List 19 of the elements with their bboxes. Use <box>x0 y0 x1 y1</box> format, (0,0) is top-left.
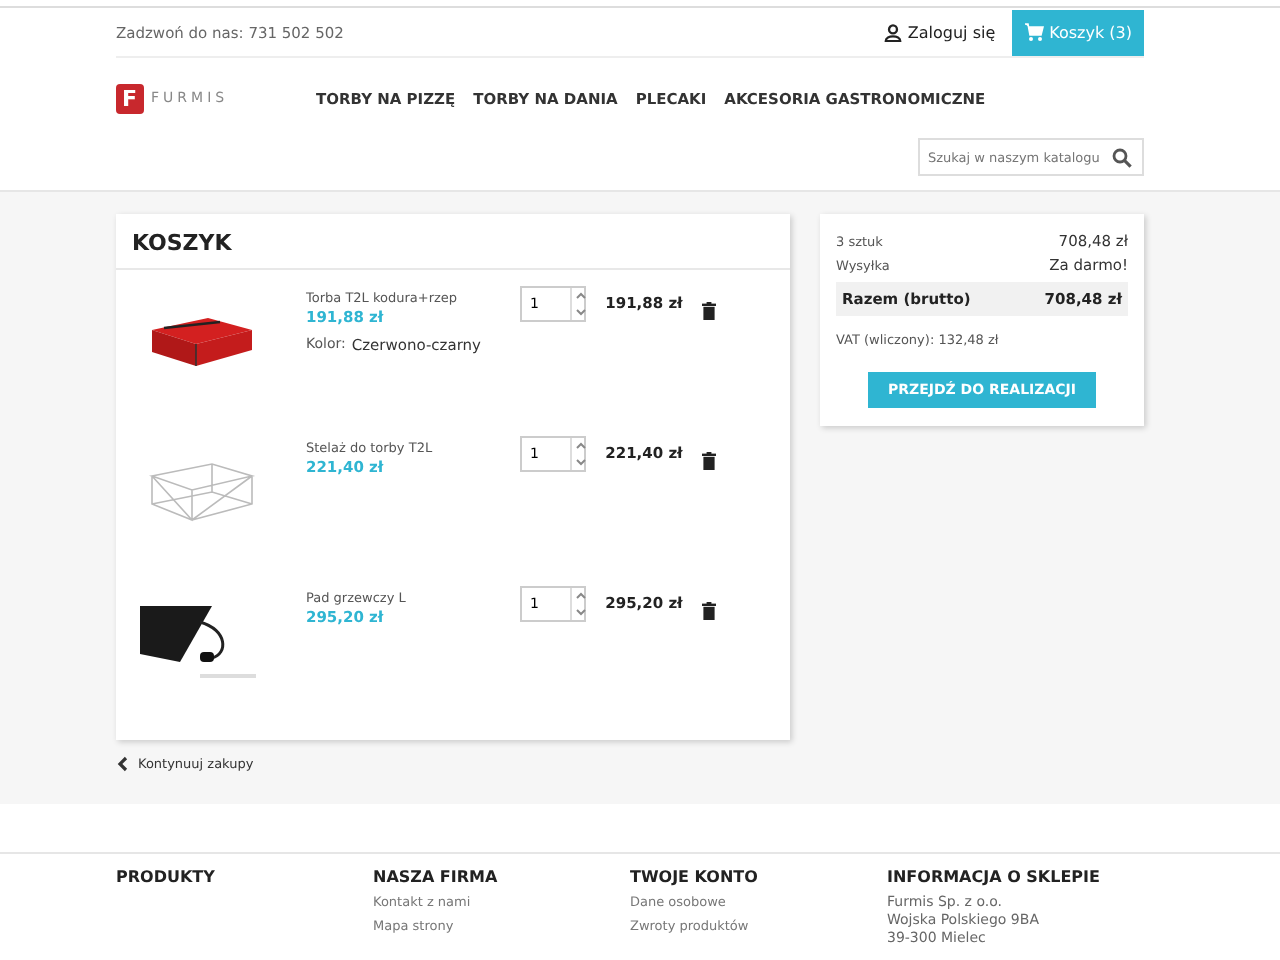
decrease-icon[interactable] <box>572 604 590 620</box>
footer-heading: INFORMACJA O SKLEPIE <box>887 868 1102 888</box>
cart-title: KOSZYK <box>116 214 790 270</box>
decrease-icon[interactable] <box>572 454 590 470</box>
login-link[interactable]: Zaloguj się <box>883 23 996 41</box>
footer-heading: TWOJE KONTO <box>630 868 760 888</box>
chevron-left-icon <box>116 756 128 772</box>
increase-icon[interactable] <box>572 438 590 454</box>
trash-icon[interactable] <box>702 602 716 620</box>
search-icon[interactable] <box>1112 147 1132 167</box>
increase-icon[interactable] <box>572 588 590 604</box>
increase-icon[interactable] <box>572 288 590 304</box>
trash-icon[interactable] <box>702 302 716 320</box>
cart-icon <box>1023 22 1044 42</box>
trash-icon[interactable] <box>702 452 716 470</box>
footer-heading: PRODUKTY <box>116 868 217 888</box>
footer-heading: NASZA FIRMA <box>373 868 500 888</box>
decrease-icon[interactable] <box>572 304 590 320</box>
user-icon <box>883 23 902 41</box>
